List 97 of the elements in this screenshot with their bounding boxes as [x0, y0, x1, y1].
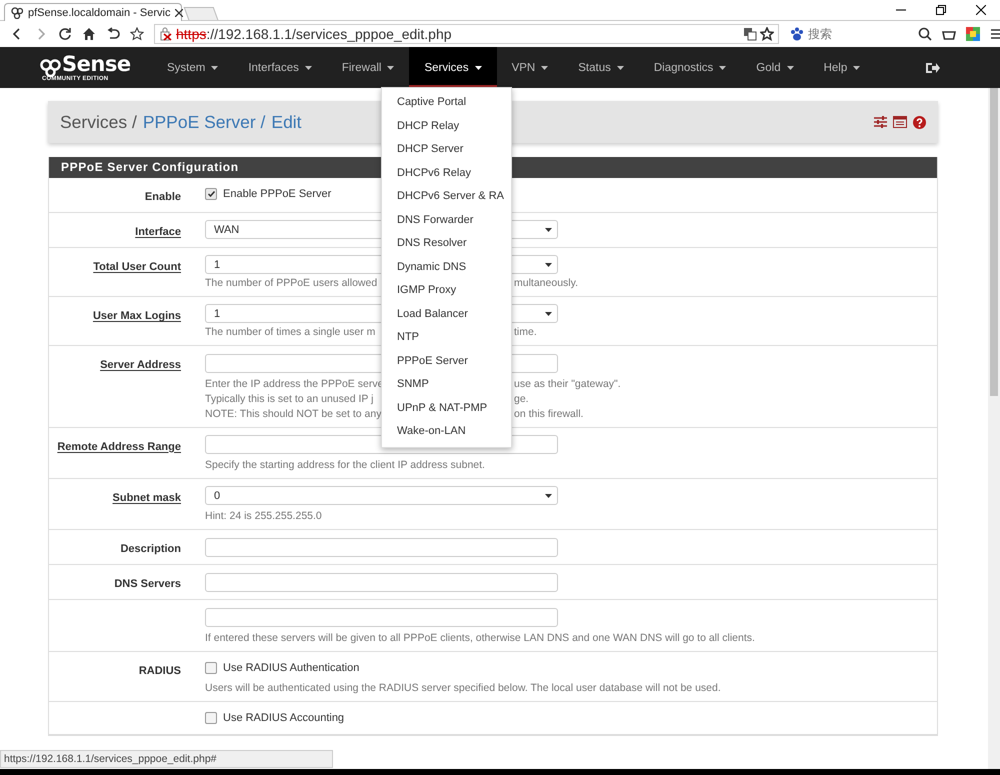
checkbox[interactable] [205, 188, 217, 200]
translate-icon[interactable] [743, 27, 757, 41]
menu-item[interactable]: Captive Portal [382, 91, 511, 114]
nav-menu[interactable]: Status [563, 47, 639, 88]
caret-icon [474, 66, 482, 70]
menu-item[interactable]: SNMP [382, 373, 511, 396]
checkbox[interactable] [205, 712, 217, 724]
select-field[interactable]: 0 [205, 486, 558, 505]
menu-item[interactable]: Load Balancer [382, 302, 511, 326]
nav-menu[interactable]: Diagnostics [638, 47, 742, 88]
caret-icon [387, 66, 394, 70]
nav-menu[interactable]: Gold [741, 47, 809, 88]
scrollbar[interactable] [988, 88, 1000, 769]
breadcrumb-link[interactable]: Edit [271, 112, 302, 132]
nav-menu[interactable]: System [152, 47, 234, 88]
caret-icon [545, 494, 552, 498]
field-label: Description [120, 543, 181, 555]
hint-text: multaneously. [514, 277, 578, 289]
star-icon[interactable] [760, 27, 774, 41]
lock-warning-icon [159, 27, 173, 41]
checkbox[interactable] [205, 662, 217, 674]
address-bar[interactable]: https://192.168.1.1/services_pppoe_edit.php [154, 24, 779, 44]
text-field[interactable] [205, 538, 558, 556]
checkbox-label[interactable]: Enable PPPoE Server [223, 188, 332, 200]
checkbox-label[interactable]: Use RADIUS Accounting [223, 712, 344, 724]
caret-icon [616, 66, 624, 70]
window-icon[interactable] [893, 116, 907, 128]
star-icon[interactable] [130, 27, 144, 41]
search-icon[interactable] [918, 27, 932, 41]
logout-icon[interactable] [926, 62, 940, 74]
breadcrumb-link[interactable]: PPPoE Server / [142, 112, 266, 132]
check-icon [208, 191, 214, 197]
reload-icon[interactable] [58, 27, 72, 41]
field-label[interactable]: Interface [135, 226, 181, 238]
browser-tab[interactable]: pfSense.localdomain - Servic [4, 3, 182, 21]
paw-icon [789, 26, 805, 42]
caret-icon [545, 262, 552, 266]
restore-icon[interactable] [936, 5, 946, 15]
nav-menu[interactable]: Services [409, 47, 497, 88]
menu-item[interactable]: DHCP Relay [382, 114, 511, 138]
field-label[interactable]: User Max Logins [92, 310, 181, 322]
nav-menu[interactable]: Interfaces [233, 47, 327, 88]
menu-icon[interactable] [990, 27, 1000, 41]
undo-icon[interactable] [106, 27, 120, 41]
close-icon[interactable] [976, 5, 986, 15]
pawprint-icon [11, 6, 23, 18]
hint-text: on this firewall. [514, 408, 584, 420]
hint-text: The number of times a single user m [205, 326, 376, 338]
hint-text: The number of PPPoE users allowed [205, 277, 378, 289]
url-tooltip: https://192.168.1.1/services_pppoe_edit.php# [0, 750, 333, 768]
close-icon[interactable] [175, 8, 184, 16]
caret-icon [853, 66, 860, 70]
hint-text: NOTE: This should NOT be set to any [205, 408, 382, 420]
hint-text: Specify the starting address for the client IP address subnet. [205, 459, 486, 471]
menu-item[interactable]: IGMP Proxy [382, 279, 511, 302]
hint-text: ge. [514, 392, 529, 404]
field-label: Enable [144, 191, 181, 203]
menu-item[interactable]: PPPoE Server [382, 350, 511, 373]
breadcrumb-text: Services / [60, 112, 137, 132]
checkbox-label[interactable]: Use RADIUS Authentication [223, 662, 360, 674]
menu-item[interactable]: UPnP & NAT-PMP [382, 396, 511, 420]
caret-icon [786, 66, 794, 70]
sliders-icon[interactable] [874, 116, 887, 128]
caret-icon [211, 66, 218, 70]
nav-menu[interactable]: VPN [496, 47, 564, 88]
menu-item[interactable]: DHCPv6 Relay [382, 162, 511, 185]
nav-menu[interactable]: Firewall [326, 47, 410, 88]
menu-item[interactable]: Dynamic DNS [382, 256, 511, 279]
field-label[interactable]: Subnet mask [112, 492, 181, 504]
menu-item[interactable]: DHCPv6 Server & RA [382, 185, 511, 208]
caret-icon [545, 228, 552, 232]
home-icon[interactable] [82, 27, 96, 41]
hint-text: Typically this is set to an unused IP j [205, 392, 374, 404]
caret-icon [304, 66, 312, 70]
caret-icon [719, 66, 726, 70]
field-label: DNS Servers [114, 578, 181, 590]
menu-item[interactable]: Wake-on-LAN [382, 420, 511, 444]
hint-text: Hint: 24 is 255.255.255.0 [205, 510, 323, 522]
field-label: RADIUS [138, 664, 181, 676]
menu-item[interactable]: NTP [382, 326, 511, 350]
logo-icon [40, 58, 62, 76]
hint-text: use as their "gateway". [514, 378, 621, 390]
help-icon[interactable] [913, 116, 926, 128]
logo-text: Sense [62, 54, 131, 74]
hint-text: If entered these servers will be given to all PPPoE clients, otherwise LAN DNS and one WAN DNS will go to all clients. [205, 632, 756, 644]
field-label[interactable]: Server Address [100, 359, 181, 371]
field-label[interactable]: Total User Count [93, 261, 181, 273]
field-label[interactable]: Remote Address Range [57, 440, 181, 452]
nav-menu[interactable]: Help [808, 47, 876, 88]
text-field[interactable] [205, 608, 558, 626]
hint-text: time. [514, 326, 537, 338]
hint-text: Users will be authenticated using the RADIUS server specified below. The local user database will not be used. [205, 682, 722, 694]
caret-icon [541, 66, 548, 70]
text-field[interactable] [205, 572, 558, 592]
extension-icon[interactable] [966, 27, 980, 41]
caret-icon [545, 312, 552, 316]
menu-item[interactable]: DHCP Server [382, 138, 511, 162]
